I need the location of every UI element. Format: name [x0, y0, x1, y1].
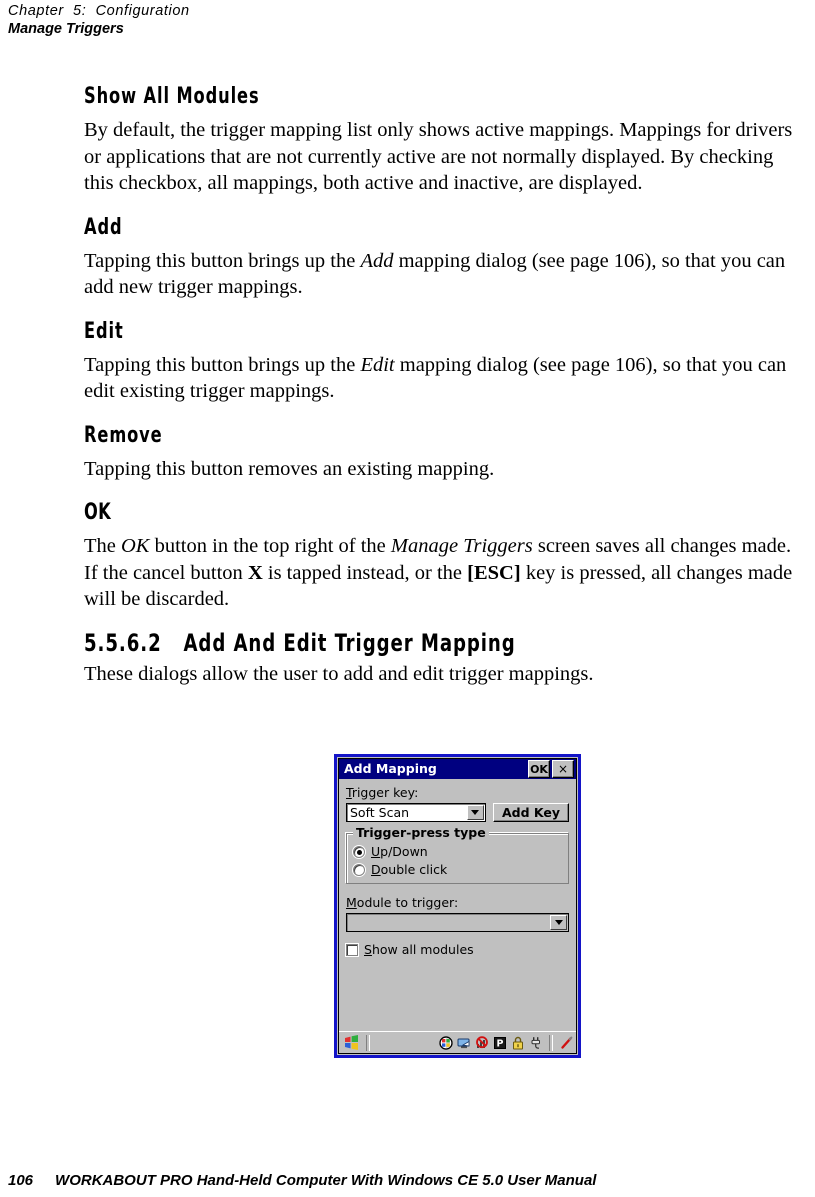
- text-frag: The: [84, 535, 121, 557]
- text-frag: is tapped instead, or the: [262, 561, 468, 584]
- device-screenshot-figure: Add Mapping OK × Trigger key: Soft Scan …: [334, 754, 581, 1058]
- radio-double-click[interactable]: Double click: [353, 863, 562, 877]
- trigger-press-type-group-title: Trigger-press type: [353, 826, 489, 840]
- running-header-chapter: Chapter 5: Configuration: [8, 3, 190, 19]
- ac-plug-icon[interactable]: [528, 1035, 543, 1050]
- dialog-client-area: Trigger key: Soft Scan Add Key Trigger-p…: [339, 779, 576, 1031]
- device-taskbar: P: [339, 1031, 576, 1053]
- label-rest: odule to trigger:: [356, 895, 459, 910]
- windows-flag-icon[interactable]: [341, 1034, 363, 1052]
- text-frag: Tapping this button brings up the: [84, 353, 361, 376]
- page-footer: 106 WORKABOUT PRO Hand-Held Computer Wit…: [8, 1172, 596, 1189]
- heading-remove: Remove: [84, 422, 163, 448]
- paragraph-ok: The OK button in the top right of the Ma…: [84, 533, 808, 613]
- module-to-trigger-combobox[interactable]: [346, 913, 569, 932]
- trigger-key-value: Soft Scan: [350, 805, 410, 820]
- paragraph-remove: Tapping this button removes an existing …: [84, 457, 495, 480]
- accel-char: S: [364, 942, 372, 957]
- trigger-key-row: Soft Scan Add Key: [346, 803, 569, 822]
- show-all-modules-checkbox-row[interactable]: Show all modules: [346, 943, 569, 957]
- radio-double-click-indicator[interactable]: [353, 864, 365, 876]
- dialog-title: Add Mapping: [344, 761, 437, 776]
- module-to-trigger-label: Module to trigger:: [346, 895, 569, 910]
- close-icon[interactable]: ×: [552, 760, 574, 778]
- radio-double-click-label: Double click: [371, 863, 447, 877]
- running-header-section: Manage Triggers: [8, 21, 124, 37]
- desktop-globe-icon[interactable]: [438, 1035, 453, 1050]
- accel-char: M: [346, 895, 357, 910]
- show-all-modules-checkbox[interactable]: [346, 944, 358, 956]
- ok-button[interactable]: OK: [528, 760, 550, 778]
- trigger-key-label: Trigger key:: [346, 785, 569, 800]
- text-frag: button in the top right of the: [149, 535, 391, 557]
- heading-subsection-5-5-6-2: 5.5.6.2 Add And Edit Trigger Mapping: [84, 629, 692, 657]
- heading-add: Add: [84, 214, 123, 240]
- device-screen-frame: Add Mapping OK × Trigger key: Soft Scan …: [334, 754, 581, 1058]
- label-rest: ouble click: [380, 862, 448, 877]
- paragraph-edit: Tapping this button brings up the Edit m…: [84, 352, 808, 405]
- strong-esc-key: [ESC]: [467, 561, 521, 584]
- power-p-icon[interactable]: P: [492, 1035, 507, 1050]
- paragraph-show-all-modules: By default, the trigger mapping list onl…: [84, 119, 793, 194]
- no-signal-icon[interactable]: [474, 1035, 489, 1050]
- emphasis-add: Add: [360, 249, 394, 272]
- taskbar-divider: [366, 1034, 370, 1051]
- label-rest: p/Down: [380, 844, 428, 859]
- svg-text:P: P: [496, 1038, 503, 1049]
- subsection-title: Add And Edit Trigger Mapping: [183, 628, 516, 657]
- page-number: 106: [8, 1172, 34, 1189]
- lock-icon[interactable]: [510, 1035, 525, 1050]
- chevron-down-icon[interactable]: [550, 915, 567, 930]
- heading-edit: Edit: [84, 318, 124, 344]
- trigger-key-combobox[interactable]: Soft Scan: [346, 803, 486, 822]
- radio-up-down[interactable]: Up/Down: [353, 845, 562, 859]
- stylus-pen-icon[interactable]: [559, 1035, 574, 1050]
- system-tray: P: [438, 1034, 574, 1051]
- emphasis-manage-triggers: Manage Triggers: [390, 535, 533, 557]
- heading-ok: OK: [84, 500, 112, 525]
- text-frag: Tapping this button brings up the: [84, 249, 361, 272]
- label-rest: rigger key:: [351, 785, 419, 800]
- taskbar-divider: [549, 1034, 553, 1051]
- heading-show-all-modules: Show All Modules: [84, 84, 260, 109]
- paragraph-subsection-intro: These dialogs allow the user to add and …: [84, 662, 594, 685]
- chevron-down-icon[interactable]: [466, 805, 484, 820]
- radio-up-down-label: Up/Down: [371, 845, 428, 859]
- label-rest: how all modules: [371, 942, 474, 957]
- trigger-press-type-group: Trigger-press type Up/Down Double click: [346, 826, 569, 884]
- radio-up-down-indicator[interactable]: [353, 846, 365, 858]
- subsection-number: 5.5.6.2: [84, 628, 162, 657]
- paragraph-add: Tapping this button brings up the Add ma…: [84, 248, 808, 301]
- device-screen: Add Mapping OK × Trigger key: Soft Scan …: [338, 758, 577, 1054]
- accel-char: U: [371, 844, 381, 859]
- accel-char: D: [371, 862, 381, 877]
- strong-cancel-x: X: [247, 561, 263, 584]
- display-properties-icon[interactable]: [456, 1035, 471, 1050]
- dialog-titlebar: Add Mapping OK ×: [339, 759, 576, 779]
- show-all-modules-label: Show all modules: [364, 943, 474, 957]
- page-body: Show All Modules By default, the trigger…: [84, 84, 808, 705]
- add-key-button[interactable]: Add Key: [492, 803, 569, 822]
- emphasis-edit: Edit: [360, 353, 395, 376]
- emphasis-ok: OK: [121, 535, 150, 557]
- manual-title: WORKABOUT PRO Hand-Held Computer With Wi…: [55, 1172, 597, 1189]
- running-header: Chapter 5: Configuration Manage Triggers: [8, 2, 508, 38]
